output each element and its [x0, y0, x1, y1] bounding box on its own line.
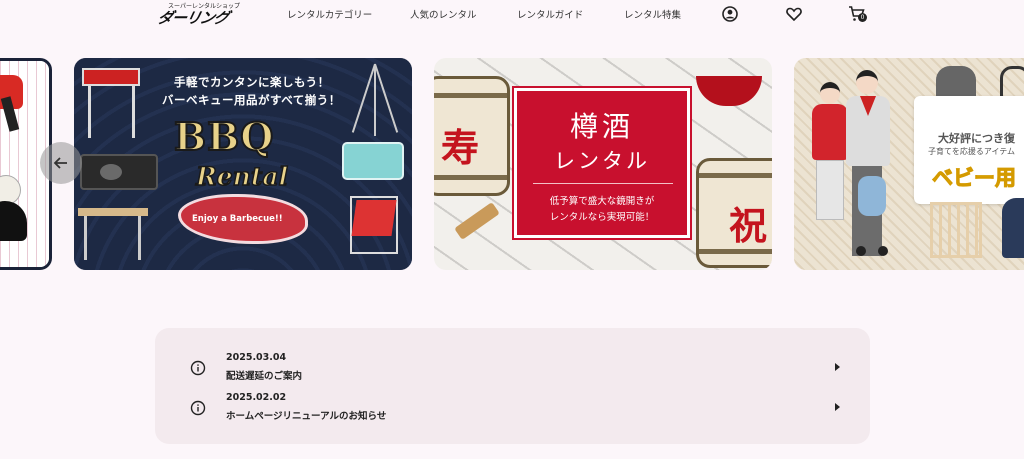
nav-popular-rental[interactable]: 人気のレンタル [410, 7, 477, 21]
news-date: 2025.03.04 [226, 352, 287, 363]
gas-stove-image [80, 154, 158, 190]
news-item[interactable]: 2025.02.02 ホームページリニューアルのお知らせ [155, 390, 870, 428]
tripod-image [346, 63, 406, 136]
logo-wordmark: ダーリング [155, 9, 230, 27]
bbq-rental-banner[interactable]: 手軽でカンタンに楽しもう！ バーベキュー用品がすべて揃う！ BBQ Rental… [74, 58, 412, 270]
info-icon [190, 360, 206, 376]
sake-barrel-right-image: 祝 [696, 158, 772, 268]
arrow-right-icon [958, 157, 972, 169]
bbq-tagline: Enjoy a Barbecue!! [192, 214, 283, 224]
news-title[interactable]: 配送遅延のご案内 [226, 368, 302, 382]
kotobuki-kanji: 寿 [441, 125, 480, 170]
child-seat-image [1002, 198, 1024, 258]
cart-icon[interactable]: 0 [848, 5, 867, 23]
sake-barrel-left-image: 寿 [434, 76, 510, 196]
grill-image [82, 68, 142, 140]
bbq-title: BBQ [173, 113, 275, 160]
news-section: 2025.03.04 配送遅延のご案内 2025.02.02 ホームページリニュ… [155, 328, 870, 444]
bbq-headline-1: 手軽でカンタンに楽しもう！ [174, 75, 330, 89]
carousel-prev-button[interactable] [40, 142, 82, 184]
taruzake-desc-1: 低予算で盛大な鏡開きが [549, 196, 655, 207]
news-item[interactable]: 2025.03.04 配送遅延のご案内 [155, 350, 870, 388]
baby-rental-banner[interactable]: 大好評につき復 子育てを応援るアイテム ベビー用 [794, 58, 1024, 270]
nav-rental-feature[interactable]: レンタル特集 [624, 7, 681, 21]
table-image [78, 208, 150, 260]
baby-crib-image [930, 202, 982, 258]
news-title[interactable]: ホームページリニューアルのお知らせ [226, 408, 386, 422]
banner-carousel: 手軽でカンタンに楽しもう！ バーベキュー用品がすべて揃う！ BBQ Rental… [0, 58, 1024, 270]
nav-rental-guide[interactable]: レンタルガイド [517, 7, 583, 21]
site-logo[interactable]: スーパーレンタルショップ ダーリング [154, 0, 244, 28]
bbq-headline-2: バーベキュー用品がすべて揃う！ [162, 93, 341, 107]
news-date: 2025.02.02 [226, 392, 287, 403]
baby-line-1: 大好評につき復 [938, 132, 1015, 145]
arrow-left-icon [53, 157, 67, 169]
heart-icon[interactable] [785, 5, 803, 23]
cooler-box-image [342, 142, 404, 180]
caret-right-icon [835, 363, 840, 371]
baby-stroller-illustration [854, 176, 890, 256]
outdoor-chair-image [348, 192, 400, 256]
info-icon [190, 400, 206, 416]
iwai-kanji: 祝 [729, 203, 768, 248]
cart-count-badge: 0 [858, 13, 867, 22]
caret-right-icon [835, 403, 840, 411]
taruzake-subtitle: レンタル [554, 149, 650, 173]
site-header: スーパーレンタルショップ ダーリング レンタルカテゴリー 人気のレンタル レンタ… [0, 0, 1024, 30]
bbq-subtitle: Rental [195, 161, 289, 192]
divider [533, 183, 673, 184]
account-icon[interactable] [721, 5, 739, 23]
taruzake-title-box: 樽酒 レンタル 低予算で盛大な鏡開きが レンタルなら実現可能！ [512, 86, 692, 240]
carousel-next-button[interactable] [943, 142, 985, 184]
taruzake-title: 樽酒 [569, 110, 634, 143]
taruzake-desc-2: レンタルなら実現可能！ [549, 212, 655, 223]
taruzake-rental-banner[interactable]: 寿 祝 樽酒 レンタル 低予算で盛大な鏡開きが レンタルなら実現可能！ [434, 58, 772, 270]
nav-rental-category[interactable]: レンタルカテゴリー [287, 7, 372, 21]
